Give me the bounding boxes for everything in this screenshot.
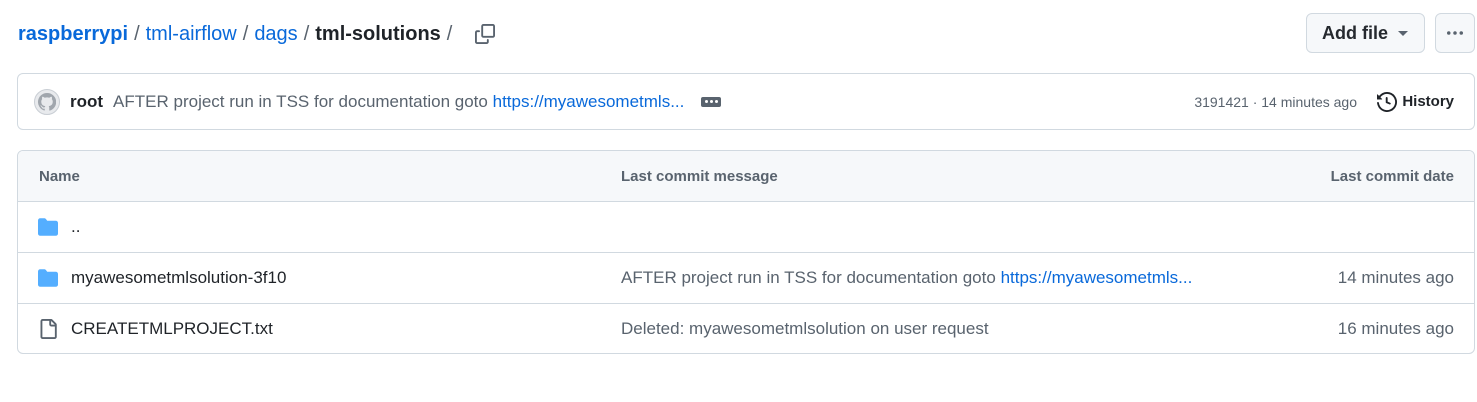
commit-sha-time[interactable]: 3191421 · 14 minutes ago bbox=[1194, 94, 1357, 110]
breadcrumb-current: tml-solutions bbox=[315, 22, 441, 45]
breadcrumb-separator: / bbox=[242, 22, 249, 45]
latest-commit-bar: root AFTER project run in TSS for docume… bbox=[17, 73, 1475, 130]
avatar[interactable] bbox=[34, 88, 60, 115]
header-last-commit-date: Last commit date bbox=[1330, 168, 1454, 185]
breadcrumb-repo-link[interactable]: raspberrypi bbox=[18, 23, 128, 46]
row-commit-date: 16 minutes ago bbox=[1337, 319, 1454, 338]
file-link[interactable]: CREATETMLPROJECT.txt bbox=[71, 319, 273, 339]
kebab-icon bbox=[1447, 31, 1463, 35]
more-options-button[interactable] bbox=[1435, 13, 1475, 53]
add-file-label: Add file bbox=[1322, 22, 1388, 43]
row-commit-message-text[interactable]: Deleted: myawesometmlsolution on user re… bbox=[621, 319, 989, 338]
table-row: CREATETMLPROJECT.txt Deleted: myawesomet… bbox=[18, 304, 1474, 353]
breadcrumb-separator: / bbox=[303, 22, 310, 45]
row-commit-message-link[interactable]: https://myawesometmls... bbox=[1001, 268, 1193, 287]
folder-link[interactable]: myawesometmlsolution-3f10 bbox=[71, 268, 286, 288]
commit-message: AFTER project run in TSS for documentati… bbox=[113, 92, 684, 112]
row-commit-message: AFTER project run in TSS for documentati… bbox=[621, 268, 1192, 288]
folder-icon bbox=[38, 269, 58, 287]
history-label: History bbox=[1402, 93, 1454, 110]
chevron-down-icon bbox=[1398, 31, 1408, 36]
parent-directory-row[interactable]: .. bbox=[18, 202, 1474, 253]
header-name: Name bbox=[39, 168, 80, 185]
commit-author[interactable]: root bbox=[70, 92, 103, 112]
breadcrumb: raspberrypi / tml-airflow / dags / tml-s… bbox=[18, 20, 496, 48]
history-button[interactable]: History bbox=[1377, 91, 1454, 112]
commit-message-link[interactable]: https://myawesometmls... bbox=[493, 92, 685, 111]
copy-path-button[interactable] bbox=[474, 23, 496, 45]
add-file-button[interactable]: Add file bbox=[1306, 13, 1425, 53]
file-icon bbox=[40, 319, 57, 339]
avatar-icon bbox=[38, 92, 56, 111]
commit-message-text[interactable]: AFTER project run in TSS for documentati… bbox=[113, 92, 488, 111]
row-commit-date: 14 minutes ago bbox=[1337, 268, 1454, 287]
breadcrumb-tml-airflow-link[interactable]: tml-airflow bbox=[146, 23, 237, 46]
folder-icon bbox=[38, 218, 58, 236]
row-commit-message-text[interactable]: AFTER project run in TSS for documentati… bbox=[621, 268, 996, 287]
table-header: Name Last commit message Last commit dat… bbox=[18, 151, 1474, 202]
breadcrumb-separator: / bbox=[134, 22, 140, 45]
breadcrumb-dags-link[interactable]: dags bbox=[254, 23, 297, 46]
ellipsis-icon[interactable] bbox=[701, 96, 722, 107]
table-row: myawesometmlsolution-3f10 AFTER project … bbox=[18, 253, 1474, 304]
breadcrumb-separator: / bbox=[446, 22, 453, 45]
header-last-commit-message: Last commit message bbox=[621, 168, 778, 185]
history-icon bbox=[1377, 91, 1398, 112]
copy-icon bbox=[475, 24, 496, 44]
parent-directory-link[interactable]: .. bbox=[71, 217, 80, 237]
file-table: Name Last commit message Last commit dat… bbox=[17, 150, 1475, 354]
row-commit-message: Deleted: myawesometmlsolution on user re… bbox=[621, 319, 989, 339]
